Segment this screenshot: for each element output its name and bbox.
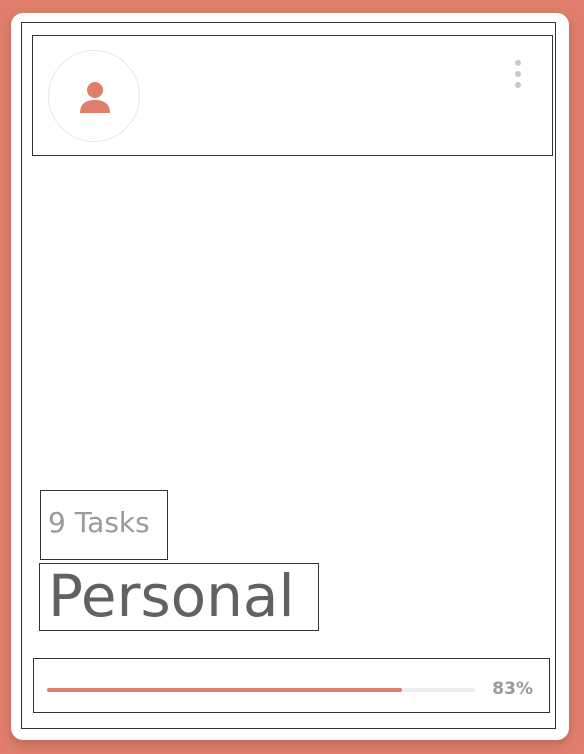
category-title: Personal xyxy=(48,562,295,630)
task-count: 9 Tasks xyxy=(48,506,150,539)
avatar[interactable] xyxy=(48,50,140,142)
task-count-box: 9 Tasks xyxy=(40,490,168,560)
card-header xyxy=(32,35,553,156)
progress-fill xyxy=(47,688,403,692)
progress-percent: 83% xyxy=(492,679,533,699)
vertical-dots-icon[interactable] xyxy=(512,60,524,94)
progress-track xyxy=(47,688,475,692)
category-title-box: Personal xyxy=(39,562,319,631)
user-icon xyxy=(80,82,110,113)
task-category-card[interactable]: 9 Tasks Personal 83% xyxy=(11,13,569,740)
progress-section: 83% xyxy=(33,658,550,713)
